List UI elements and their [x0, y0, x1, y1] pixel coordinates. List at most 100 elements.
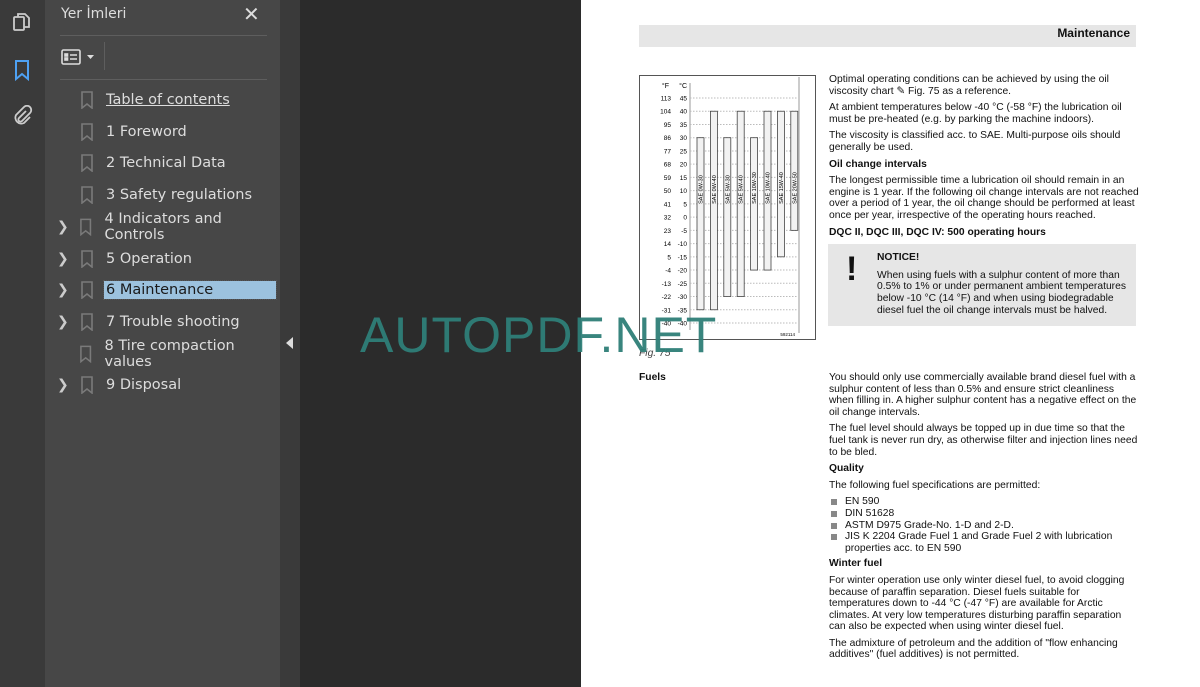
notice-text: When using fuels with a sulphur content … — [877, 269, 1126, 316]
paragraph: The viscosity is classified acc. to SAE.… — [829, 130, 1121, 153]
f-tick-label: 77 — [664, 148, 672, 155]
chevron-right-icon[interactable]: ❯ — [57, 251, 75, 267]
bar-label: SAE 10W-40 — [766, 172, 772, 204]
bookmark-item[interactable]: ❯ 4 Indicators and Controls — [45, 211, 280, 243]
viscosity-bar — [710, 110, 718, 311]
bar-label: SAE 0W-30 — [699, 175, 705, 204]
bookmark-label: Table of contents — [106, 92, 230, 108]
bookmark-item[interactable]: 3 Safety regulations — [45, 182, 280, 208]
f-axis-label: °F — [662, 82, 669, 90]
c-tick-label: -30 — [678, 294, 688, 301]
bookmark-label: 9 Disposal — [106, 377, 182, 394]
bookmark-label: 7 Trouble shooting — [106, 313, 240, 330]
c-tick-label: 20 — [680, 162, 688, 169]
text-column-top: Optimal operating conditions can be achi… — [828, 74, 1139, 332]
notice-box: ! NOTICE! When using fuels with a sulphu… — [828, 244, 1136, 327]
c-tick-label: -5 — [681, 228, 687, 235]
c-tick-label: -15 — [678, 254, 688, 261]
bookmark-item[interactable]: Table of contents — [45, 87, 280, 113]
notice-title: NOTICE! — [877, 252, 920, 264]
f-tick-label: 50 — [664, 188, 672, 195]
paragraph: The admixture of petroleum and the addit… — [829, 637, 1118, 661]
c-tick-label: 40 — [680, 109, 688, 116]
paragraph: You should only use commercially availab… — [829, 372, 1137, 418]
chevron-right-icon[interactable]: ❯ — [57, 282, 75, 298]
bookmark-options-button[interactable] — [61, 46, 97, 68]
f-tick-label: 59 — [664, 175, 672, 182]
bookmark-label: 6 Maintenance — [103, 280, 277, 301]
bookmark-item[interactable]: 2 Technical Data — [45, 150, 280, 176]
list-item: JIS K 2204 Grade Fuel 1 and Grade Fuel 2… — [829, 531, 1139, 554]
bar-label: SAE 10W-30 — [752, 172, 758, 204]
c-tick-label: -20 — [678, 268, 688, 275]
c-tick-label: 15 — [680, 175, 688, 182]
heading: Quality — [829, 463, 864, 475]
chevron-right-icon[interactable]: ❯ — [57, 377, 75, 393]
divider — [60, 35, 267, 36]
c-tick-label: -25 — [678, 281, 688, 288]
f-tick-label: 32 — [664, 215, 672, 222]
viscosity-chart: °F °C113 45104 4095 3586 3077 2568 2059 1550 1041… — [639, 75, 816, 340]
bookmark-item[interactable]: ❯ 5 Operation — [45, 246, 280, 272]
bookmark-icon[interactable] — [10, 58, 34, 82]
bookmark-item[interactable]: ❯ 7 Trouble shooting — [45, 309, 280, 335]
list-item: DIN 51628 — [829, 508, 1139, 520]
bookmark-label: 8 Tire compaction values — [104, 337, 235, 370]
sidebar-rail — [0, 0, 45, 687]
c-tick-label: -10 — [678, 241, 688, 248]
bookmark-flag-icon — [81, 281, 93, 300]
chevron-right-icon[interactable]: ❯ — [57, 219, 74, 235]
panel-title: Yer İmleri — [61, 6, 127, 22]
bookmark-item[interactable]: 8 Tire compaction values — [45, 338, 280, 370]
bookmark-item[interactable]: ❯ 6 Maintenance — [45, 277, 280, 303]
bookmark-flag-icon — [80, 218, 92, 236]
bookmark-label: 3 Safety regulations — [106, 187, 253, 204]
panel-collapse-handle[interactable] — [280, 0, 300, 687]
c-tick-label: 45 — [680, 96, 688, 103]
attachment-icon[interactable] — [10, 104, 34, 128]
c-tick-label: 10 — [680, 188, 688, 195]
heading: DQC II, DQC III, DQC IV: 500 operating h… — [829, 226, 1046, 238]
text-column-bottom: You should only use commercially availab… — [829, 372, 1139, 666]
bookmark-flag-icon — [81, 91, 93, 109]
paragraph: At ambient temperatures below -40 °C (-5… — [829, 102, 1122, 125]
bookmark-flag-icon — [81, 376, 93, 395]
bookmark-flag-icon — [81, 186, 93, 205]
bar-label: SAE 0W-40 — [712, 175, 718, 204]
close-icon[interactable]: ✕ — [243, 2, 260, 26]
chevron-down-icon — [87, 55, 94, 59]
f-tick-label: 95 — [664, 122, 672, 129]
f-tick-label: 113 — [661, 96, 672, 103]
heading: Winter fuel — [829, 558, 883, 570]
bookmark-flag-icon — [81, 313, 93, 331]
bookmark-item[interactable]: 1 Foreword — [45, 119, 280, 145]
f-tick-label: 5 — [667, 254, 671, 261]
heading: Oil change intervals — [829, 158, 927, 170]
divider — [104, 42, 105, 70]
bar-label: SAE 5W-40 — [739, 175, 745, 204]
image-id: 592114 — [780, 332, 795, 337]
paragraph: The following fuel specifications are pe… — [829, 479, 1041, 491]
f-tick-label: -13 — [662, 281, 672, 288]
watermark: AUTOPDF.NET — [360, 307, 718, 363]
pages-icon[interactable] — [10, 10, 34, 34]
divider — [60, 79, 267, 80]
c-tick-label: 5 — [683, 201, 687, 208]
c-tick-label: 30 — [680, 135, 688, 142]
chevron-right-icon[interactable]: ❯ — [57, 314, 75, 330]
paragraph: The longest permissible time a lubricati… — [829, 175, 1139, 221]
c-tick-label: 0 — [683, 215, 687, 222]
viscosity-bar — [723, 137, 732, 297]
section-label-fuels: Fuels — [639, 372, 666, 383]
f-tick-label: 23 — [664, 228, 672, 235]
f-tick-label: -4 — [665, 268, 671, 275]
bar-label: SAE 5W-30 — [725, 175, 731, 204]
f-tick-label: 68 — [664, 162, 672, 169]
f-tick-label: -22 — [662, 294, 672, 301]
paragraph: For winter operation use only winter die… — [829, 574, 1125, 633]
paragraph: The fuel level should always be topped u… — [829, 423, 1138, 458]
list-item: ASTM D975 Grade-No. 1-D and 2-D. — [829, 520, 1139, 532]
list-options-icon — [61, 49, 81, 65]
bookmark-item[interactable]: ❯ 9 Disposal — [45, 372, 280, 398]
spec-list: EN 590 DIN 51628 ASTM D975 Grade-No. 1-D… — [829, 496, 1139, 554]
